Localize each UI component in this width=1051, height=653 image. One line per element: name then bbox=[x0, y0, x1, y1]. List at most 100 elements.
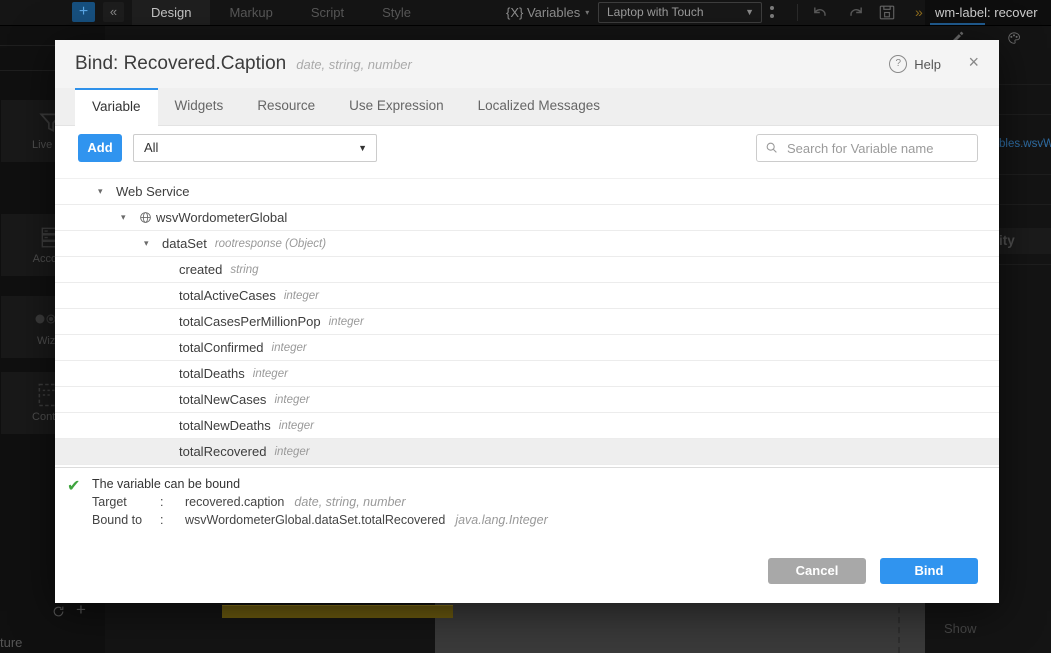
target-label: Target bbox=[92, 495, 160, 509]
tree-node-label: totalNewDeaths bbox=[179, 418, 271, 433]
bind-dialog-tabs: VariableWidgetsResourceUse ExpressionLoc… bbox=[55, 88, 999, 126]
show-property-label: Show bbox=[944, 621, 977, 636]
tree-node-type: integer bbox=[253, 368, 288, 380]
help-button[interactable]: ? Help bbox=[889, 55, 941, 73]
redo-icon[interactable] bbox=[847, 5, 864, 25]
selected-widget-highlight[interactable] bbox=[222, 605, 453, 618]
tree-node-label: totalCasesPerMillionPop bbox=[179, 314, 321, 329]
editor-tab-script[interactable]: Script bbox=[292, 0, 363, 25]
tree-row-totalActiveCases[interactable]: totalActiveCasesinteger bbox=[55, 283, 999, 309]
dialog-footer: Cancel Bind bbox=[55, 535, 999, 603]
search-input[interactable] bbox=[785, 136, 974, 161]
variables-menu-label: {X} Variables bbox=[506, 5, 580, 20]
target-line: Target : recovered.caption date, string,… bbox=[92, 495, 406, 509]
undo-icon[interactable] bbox=[812, 5, 829, 25]
tree-node-type: integer bbox=[272, 342, 307, 354]
tree-node-label: totalRecovered bbox=[179, 444, 266, 459]
target-type: date, string, number bbox=[294, 495, 405, 509]
tree-node-label: dataSet bbox=[162, 236, 207, 251]
bound-to-label: Bound to bbox=[92, 513, 160, 527]
tree-row-wsvWordometerGlobal[interactable]: ▾wsvWordometerGlobal bbox=[55, 205, 999, 231]
add-icon[interactable]: + bbox=[76, 600, 86, 620]
tree-row-Web Service[interactable]: ▾Web Service bbox=[55, 179, 999, 205]
tree-node-label: totalConfirmed bbox=[179, 340, 264, 355]
tree-node-label: totalNewCases bbox=[179, 392, 266, 407]
tree-node-label: Web Service bbox=[116, 184, 189, 199]
tree-row-totalRecovered[interactable]: totalRecovered integer bbox=[55, 439, 999, 465]
structure-tab-label[interactable]: ture bbox=[0, 635, 22, 650]
dialog-title-text: Bind: Recovered.Caption bbox=[75, 53, 286, 74]
studio-topbar: + « DesignMarkupScriptStyle {X} Variable… bbox=[0, 0, 1051, 26]
tree-row-totalNewCases[interactable]: totalNewCases integer bbox=[55, 387, 999, 413]
variable-filter-select[interactable]: All ▼ bbox=[133, 134, 377, 162]
kebab-menu-icon[interactable] bbox=[770, 6, 774, 22]
section-label: ity bbox=[999, 233, 1015, 248]
device-selector-value: Laptop with Touch bbox=[607, 5, 704, 19]
save-icon[interactable] bbox=[879, 5, 895, 25]
bind-status-message: The variable can be bound bbox=[92, 477, 240, 491]
dialog-tab-use-expression[interactable]: Use Expression bbox=[332, 88, 461, 125]
selected-widget-title: wm-label: recover bbox=[935, 0, 1051, 25]
tree-row-totalConfirmed[interactable]: totalConfirmed integer bbox=[55, 335, 999, 361]
expander-icon[interactable]: ▾ bbox=[98, 186, 116, 197]
dialog-tab-localized-messages[interactable]: Localized Messages bbox=[461, 88, 617, 125]
divider bbox=[0, 45, 55, 46]
dialog-header: Bind: Recovered.Caption date, string, num… bbox=[55, 40, 999, 88]
tree-node-label: created bbox=[179, 262, 222, 277]
editor-tab-markup[interactable]: Markup bbox=[210, 0, 291, 25]
add-page-button[interactable]: + bbox=[72, 2, 95, 22]
palette-icon[interactable] bbox=[1006, 31, 1022, 50]
tree-row-totalNewDeaths[interactable]: totalNewDeaths integer bbox=[55, 413, 999, 439]
bind-button[interactable]: Bind bbox=[880, 558, 978, 584]
variable-search bbox=[756, 134, 978, 162]
tree-row-created[interactable]: created string bbox=[55, 257, 999, 283]
expand-panel-icon[interactable]: » bbox=[915, 0, 923, 25]
tree-row-totalDeaths[interactable]: totalDeaths integer bbox=[55, 361, 999, 387]
dialog-toolbar: Add All ▼ bbox=[55, 126, 999, 172]
dialog-tab-widgets[interactable]: Widgets bbox=[158, 88, 241, 125]
dialog-tab-variable[interactable]: Variable bbox=[75, 88, 158, 126]
dialog-title: Bind: Recovered.Caption date, string, num… bbox=[75, 53, 412, 75]
tree-node-type: string bbox=[230, 264, 258, 276]
target-value: recovered.caption bbox=[185, 495, 284, 509]
help-label: Help bbox=[914, 57, 941, 72]
colon: : bbox=[160, 495, 185, 509]
filter-select-value: All bbox=[144, 140, 158, 155]
editor-tab-style[interactable]: Style bbox=[363, 0, 430, 25]
editor-mode-tabs: DesignMarkupScriptStyle bbox=[132, 0, 430, 25]
bound-property-value[interactable]: bles.wsvW bbox=[999, 138, 1051, 150]
chevron-down-icon: ▾ bbox=[585, 8, 589, 17]
tree-row-dataSet[interactable]: ▾dataSet rootresponse (Object) bbox=[55, 231, 999, 257]
check-icon: ✔ bbox=[67, 476, 80, 496]
variable-tree: ▾Web Service▾wsvWordometerGlobal▾dataSet… bbox=[55, 178, 999, 469]
tree-row-totalCasesPerMillionPop[interactable]: totalCasesPerMillionPop integer bbox=[55, 309, 999, 335]
expander-icon[interactable]: ▾ bbox=[121, 212, 139, 223]
expander-icon[interactable]: ▾ bbox=[144, 238, 162, 249]
collapse-panel-icon[interactable]: « bbox=[103, 2, 124, 22]
bound-to-line: Bound to : wsvWordometerGlobal.dataSet.t… bbox=[92, 513, 548, 527]
device-selector[interactable]: Laptop with Touch ▼ bbox=[598, 2, 762, 23]
close-icon[interactable]: × bbox=[968, 52, 979, 73]
dialog-subtitle: date, string, number bbox=[296, 57, 412, 72]
cancel-button[interactable]: Cancel bbox=[768, 558, 866, 584]
tree-node-type: integer bbox=[279, 420, 314, 432]
bound-to-value: wsvWordometerGlobal.dataSet.totalRecover… bbox=[185, 513, 445, 527]
bind-dialog: Bind: Recovered.Caption date, string, num… bbox=[55, 40, 999, 603]
tree-node-label: totalDeaths bbox=[179, 366, 245, 381]
search-icon bbox=[765, 141, 778, 154]
tree-node-type: rootresponse (Object) bbox=[215, 238, 326, 250]
tree-node-label: totalActiveCases bbox=[179, 288, 276, 303]
refresh-icon[interactable] bbox=[52, 605, 65, 623]
add-variable-button[interactable]: Add bbox=[78, 134, 122, 162]
divider bbox=[0, 70, 55, 71]
help-icon: ? bbox=[889, 55, 907, 73]
dialog-tab-resource[interactable]: Resource bbox=[240, 88, 332, 125]
variables-menu[interactable]: {X} Variables ▾ bbox=[506, 0, 589, 25]
tree-node-type: integer bbox=[329, 316, 364, 328]
bound-to-type: java.lang.Integer bbox=[455, 513, 547, 527]
editor-tab-design[interactable]: Design bbox=[132, 0, 210, 25]
tree-node-type: integer bbox=[274, 446, 309, 458]
tree-node-type: integer bbox=[274, 394, 309, 406]
dropdown-caret-icon: ▼ bbox=[358, 135, 367, 161]
colon: : bbox=[160, 513, 185, 527]
